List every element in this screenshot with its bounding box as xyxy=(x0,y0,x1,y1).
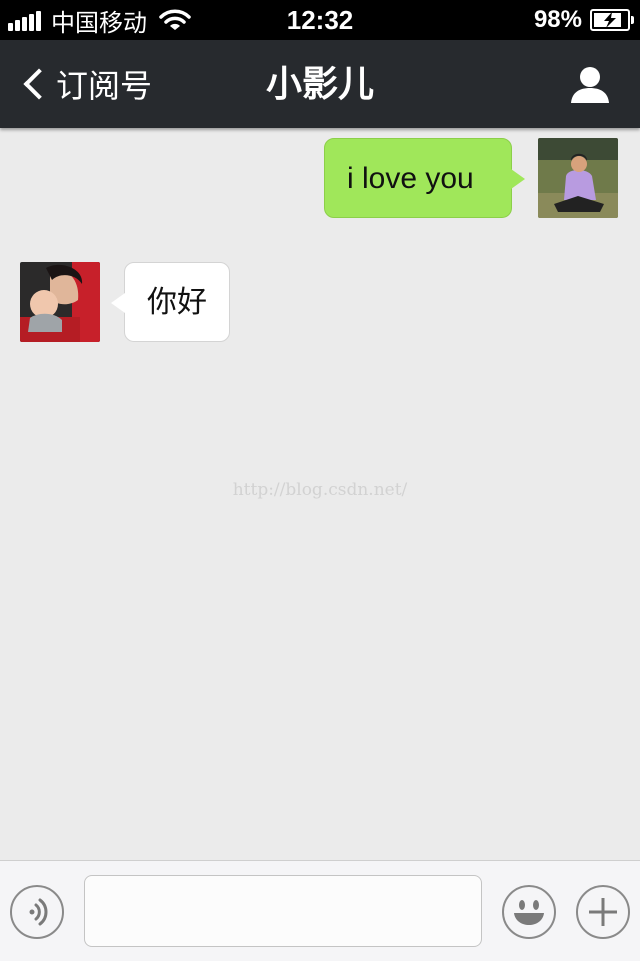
more-button[interactable] xyxy=(576,885,630,939)
message-input[interactable] xyxy=(84,875,482,947)
my-avatar[interactable] xyxy=(538,138,618,218)
voice-button[interactable] xyxy=(10,885,64,939)
chat-area: i love you 你好 http://blog.csdn.net/ xyxy=(0,128,640,860)
back-button[interactable]: 订阅号 xyxy=(20,40,152,128)
nav-bar: 订阅号 小影儿 xyxy=(0,40,640,128)
emoji-icon xyxy=(514,900,544,925)
voice-icon xyxy=(29,898,48,926)
contact-avatar[interactable] xyxy=(20,262,100,342)
message-text: 你好 xyxy=(147,286,207,319)
input-bar xyxy=(0,860,640,961)
watermark: http://blog.csdn.net/ xyxy=(232,480,408,500)
chevron-left-icon xyxy=(23,68,55,100)
status-bar: 中国移动 12:32 98% xyxy=(0,0,640,40)
status-right: 98% xyxy=(533,0,634,40)
plus-icon xyxy=(589,898,617,926)
avatar-photo xyxy=(20,262,100,342)
avatar-photo xyxy=(538,138,618,218)
charging-bolt-icon xyxy=(604,12,616,28)
outgoing-message-bubble[interactable]: i love you xyxy=(324,138,525,218)
person-icon xyxy=(571,67,609,103)
battery-percent: 98% xyxy=(533,6,582,33)
incoming-message-bubble[interactable]: 你好 xyxy=(111,262,230,342)
profile-button[interactable] xyxy=(570,66,610,104)
back-label: 订阅号 xyxy=(56,68,153,104)
battery-icon xyxy=(590,9,634,31)
message-text: i love you xyxy=(347,162,474,195)
emoji-button[interactable] xyxy=(502,885,556,939)
